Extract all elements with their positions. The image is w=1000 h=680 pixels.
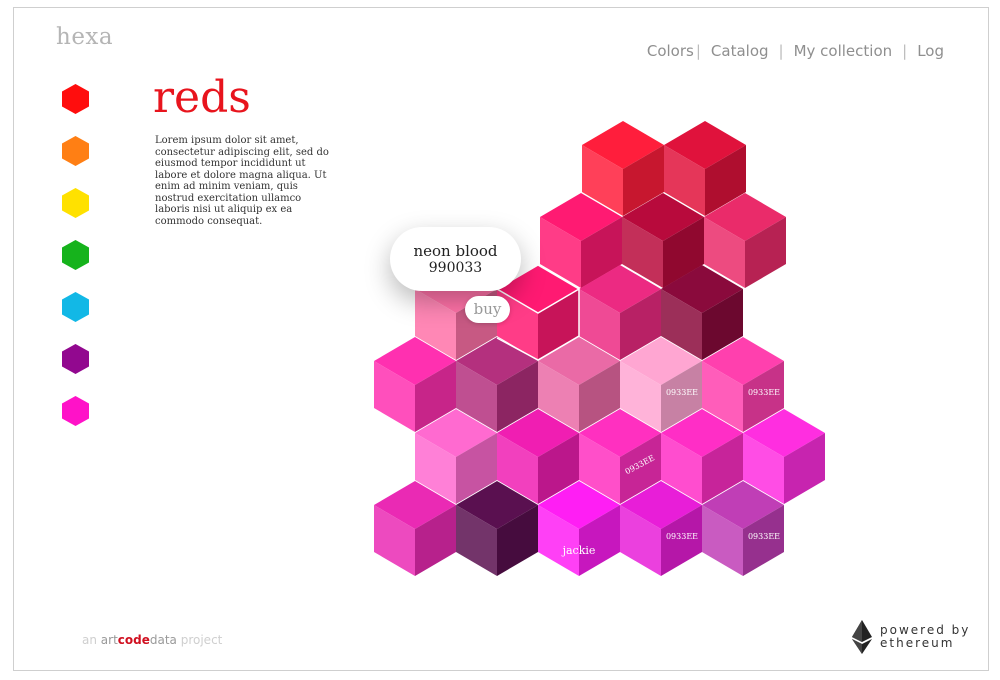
cube-label: 0933EE: [748, 532, 780, 541]
footer-code: code: [117, 633, 150, 647]
cube-label: 0933EE: [666, 388, 698, 397]
color-tooltip: neon blood 990033: [390, 227, 521, 291]
buy-button[interactable]: buy: [465, 296, 510, 323]
footer-an: an: [82, 633, 101, 647]
powered-by-ethereum: powered by ethereum: [852, 620, 970, 654]
ethereum-icon: [852, 620, 872, 654]
cube-label: jackie: [561, 544, 596, 557]
tooltip-color-code: 990033: [428, 260, 483, 276]
cube-label: 0933EE: [748, 388, 780, 397]
cube-grid: 0933EE 0933EE0933EEjackie0933EE 0933EE: [374, 121, 825, 576]
tooltip-color-name: neon blood: [413, 242, 498, 260]
footer-data: data: [149, 633, 177, 647]
ethereum-text: ethereum: [880, 636, 955, 650]
footer-credit: an artcodedata project: [82, 633, 222, 647]
footer-project: project: [176, 633, 223, 647]
footer-art: art: [100, 633, 118, 647]
cube-label: 0933EE: [666, 532, 698, 541]
